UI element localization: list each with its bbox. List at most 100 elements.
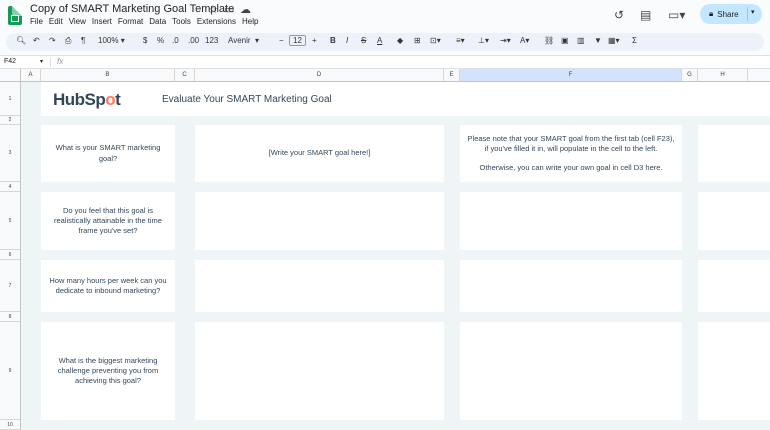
insert-chart-icon[interactable]: ▥ <box>577 36 585 45</box>
blank-cell-f9[interactable] <box>460 322 682 420</box>
row-header-5[interactable]: 5 <box>0 192 21 250</box>
blank-cell-h5[interactable] <box>698 192 770 250</box>
answer-cell-attainable[interactable] <box>195 192 444 250</box>
search-menus-icon[interactable]: 🔍︎ <box>16 36 26 45</box>
zoom-select[interactable]: 100% ▾ <box>98 36 125 45</box>
paint-format-icon[interactable]: ¶ <box>81 36 85 45</box>
vertical-align-icon[interactable]: ⊥▾ <box>478 36 489 45</box>
blank-cell-f7[interactable] <box>460 260 682 312</box>
blank-cell-f5[interactable] <box>460 192 682 250</box>
formula-bar-divider <box>50 58 51 67</box>
share-label: Share <box>717 9 739 19</box>
note-text-1: Please note that your SMART goal from th… <box>467 134 675 154</box>
name-box-dropdown-icon[interactable]: ▾ <box>40 58 43 65</box>
column-header-f[interactable]: F <box>460 69 682 82</box>
row-header-8[interactable]: 8 <box>0 312 21 322</box>
filter-views-icon[interactable]: ▦▾ <box>608 36 620 45</box>
row-header-6[interactable]: 6 <box>0 250 21 260</box>
bold-button[interactable]: B <box>330 36 336 45</box>
borders-icon[interactable]: ⊞ <box>414 36 421 45</box>
menu-extensions[interactable]: Extensions <box>197 17 236 26</box>
redo-icon[interactable]: ↷ <box>49 36 56 45</box>
row-header-10[interactable]: 10 <box>0 420 21 430</box>
menu-format[interactable]: Format <box>118 17 143 26</box>
row-header-2[interactable]: 2 <box>0 116 21 125</box>
merge-cells-icon[interactable]: ⊡▾ <box>430 36 441 45</box>
column-header-d[interactable]: D <box>195 69 444 82</box>
fill-color-icon[interactable]: ◆ <box>397 36 403 45</box>
column-header-h[interactable]: H <box>698 69 748 82</box>
menu-tools[interactable]: Tools <box>172 17 191 26</box>
insert-link-icon[interactable]: ⛓ <box>544 36 554 45</box>
meet-icon[interactable]: ▭▾ <box>668 8 685 22</box>
column-header-b[interactable]: B <box>41 69 175 82</box>
insert-comment-icon[interactable]: ▣ <box>561 36 569 45</box>
row-header-4[interactable]: 4 <box>0 182 21 192</box>
comments-icon[interactable]: ▤ <box>640 8 651 22</box>
question-cell-goal[interactable]: What is your SMART marketing goal? <box>41 125 175 182</box>
cloud-status-icon[interactable]: ☁ <box>240 3 251 16</box>
question-cell-challenge[interactable]: What is the biggest marketing challenge … <box>41 322 175 420</box>
percent-format-button[interactable]: % <box>157 36 164 45</box>
note-cell[interactable]: Please note that your SMART goal from th… <box>460 125 682 182</box>
row-header-9[interactable]: 9 <box>0 322 21 420</box>
note-text-2: Otherwise, you can write your own goal i… <box>479 162 663 172</box>
font-size-input[interactable]: 12 <box>289 35 306 46</box>
horizontal-align-icon[interactable]: ≡▾ <box>456 36 465 45</box>
row-header-1[interactable]: 1 <box>0 82 21 116</box>
column-header-overflow[interactable] <box>748 69 770 82</box>
share-divider <box>747 7 748 21</box>
undo-icon[interactable]: ↶ <box>33 36 40 45</box>
answer-cell-goal[interactable]: [Write your SMART goal here!] <box>195 125 444 182</box>
star-icon[interactable]: ☆ <box>208 3 218 16</box>
question-cell-hours[interactable]: How many hours per week can you dedicate… <box>41 260 175 312</box>
column-header-e[interactable]: E <box>444 69 460 82</box>
formula-bar: F42 ▾ fx <box>0 55 770 69</box>
menu-data[interactable]: Data <box>149 17 166 26</box>
currency-format-button[interactable]: $ <box>143 36 147 45</box>
blank-cell-h9[interactable] <box>698 322 770 420</box>
decrease-decimal-button[interactable]: .0 <box>172 36 179 45</box>
column-header-a[interactable]: A <box>21 69 41 82</box>
text-rotation-icon[interactable]: A▾ <box>520 36 529 45</box>
menu-view[interactable]: View <box>69 17 86 26</box>
history-icon[interactable]: ↺ <box>614 8 624 22</box>
answer-cell-hours[interactable] <box>195 260 444 312</box>
share-button[interactable]: 🔒︎ Share ▾ <box>700 4 762 24</box>
menu-bar: File Edit View Insert Format Data Tools … <box>30 17 258 26</box>
sheets-logo-icon[interactable] <box>8 6 22 25</box>
text-color-button[interactable]: A <box>377 36 382 45</box>
menu-insert[interactable]: Insert <box>92 17 112 26</box>
select-all-corner[interactable] <box>0 69 21 82</box>
title-bar: Copy of SMART Marketing Goal Template ☆ … <box>0 0 770 32</box>
font-size-decrease-button[interactable]: − <box>279 36 284 45</box>
name-box[interactable]: F42 <box>4 58 16 65</box>
print-icon[interactable]: ⎙ <box>65 36 71 46</box>
menu-edit[interactable]: Edit <box>49 17 63 26</box>
blank-cell-h3[interactable] <box>698 125 770 182</box>
sheet-heading: Evaluate Your SMART Marketing Goal <box>162 94 332 105</box>
column-header-c[interactable]: C <box>175 69 195 82</box>
font-size-increase-button[interactable]: + <box>312 36 317 45</box>
font-select[interactable]: Avenir ▾ <box>228 36 259 45</box>
strikethrough-button[interactable]: S <box>361 36 366 45</box>
italic-button[interactable]: I <box>346 36 348 45</box>
column-header-g[interactable]: G <box>682 69 698 82</box>
move-folder-icon[interactable]: ▭ <box>224 3 234 16</box>
number-format-button[interactable]: 123 <box>205 36 218 45</box>
question-cell-attainable[interactable]: Do you feel that this goal is realistica… <box>41 192 175 250</box>
text-wrapping-icon[interactable]: ⇥▾ <box>500 36 511 45</box>
row-header-7[interactable]: 7 <box>0 260 21 312</box>
fx-icon: fx <box>57 57 64 66</box>
document-title[interactable]: Copy of SMART Marketing Goal Template <box>30 3 234 15</box>
blank-cell-h7[interactable] <box>698 260 770 312</box>
share-dropdown-icon[interactable]: ▾ <box>751 8 755 16</box>
answer-cell-challenge[interactable] <box>195 322 444 420</box>
menu-help[interactable]: Help <box>242 17 258 26</box>
menu-file[interactable]: File <box>30 17 43 26</box>
filter-icon[interactable]: ▼ <box>594 36 602 45</box>
hubspot-logo: HubSpot <box>53 90 121 109</box>
functions-icon[interactable]: Σ <box>632 36 637 45</box>
increase-decimal-button[interactable]: .00 <box>188 36 199 45</box>
row-header-3[interactable]: 3 <box>0 125 21 182</box>
